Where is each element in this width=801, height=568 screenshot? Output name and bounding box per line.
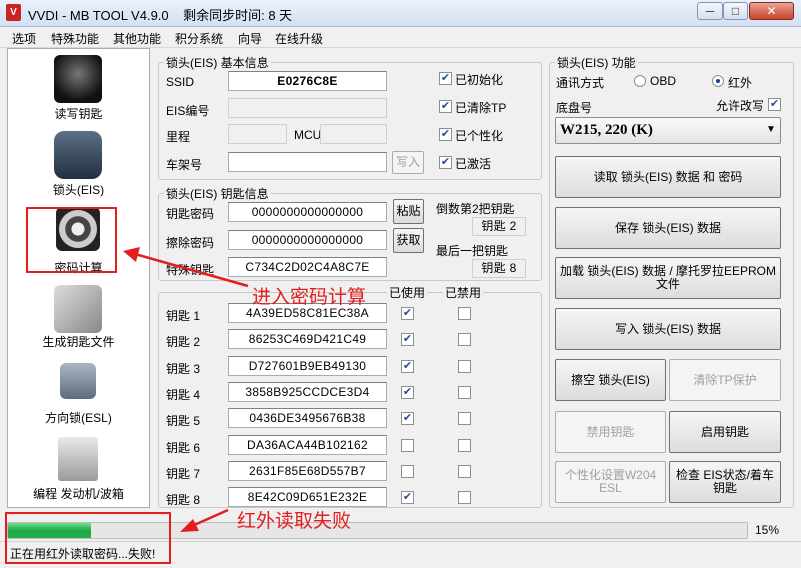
annotation-arrowhead — [180, 519, 199, 532]
annotation-ir-fail: 红外读取失败 — [237, 511, 352, 532]
annotation-arrowhead — [123, 247, 140, 262]
annotation-arrow — [134, 252, 249, 288]
annotation-arrows — [123, 247, 249, 532]
annotation-enter-calc: 进入密码计算 — [252, 287, 367, 308]
annotation-arrow — [191, 508, 229, 528]
